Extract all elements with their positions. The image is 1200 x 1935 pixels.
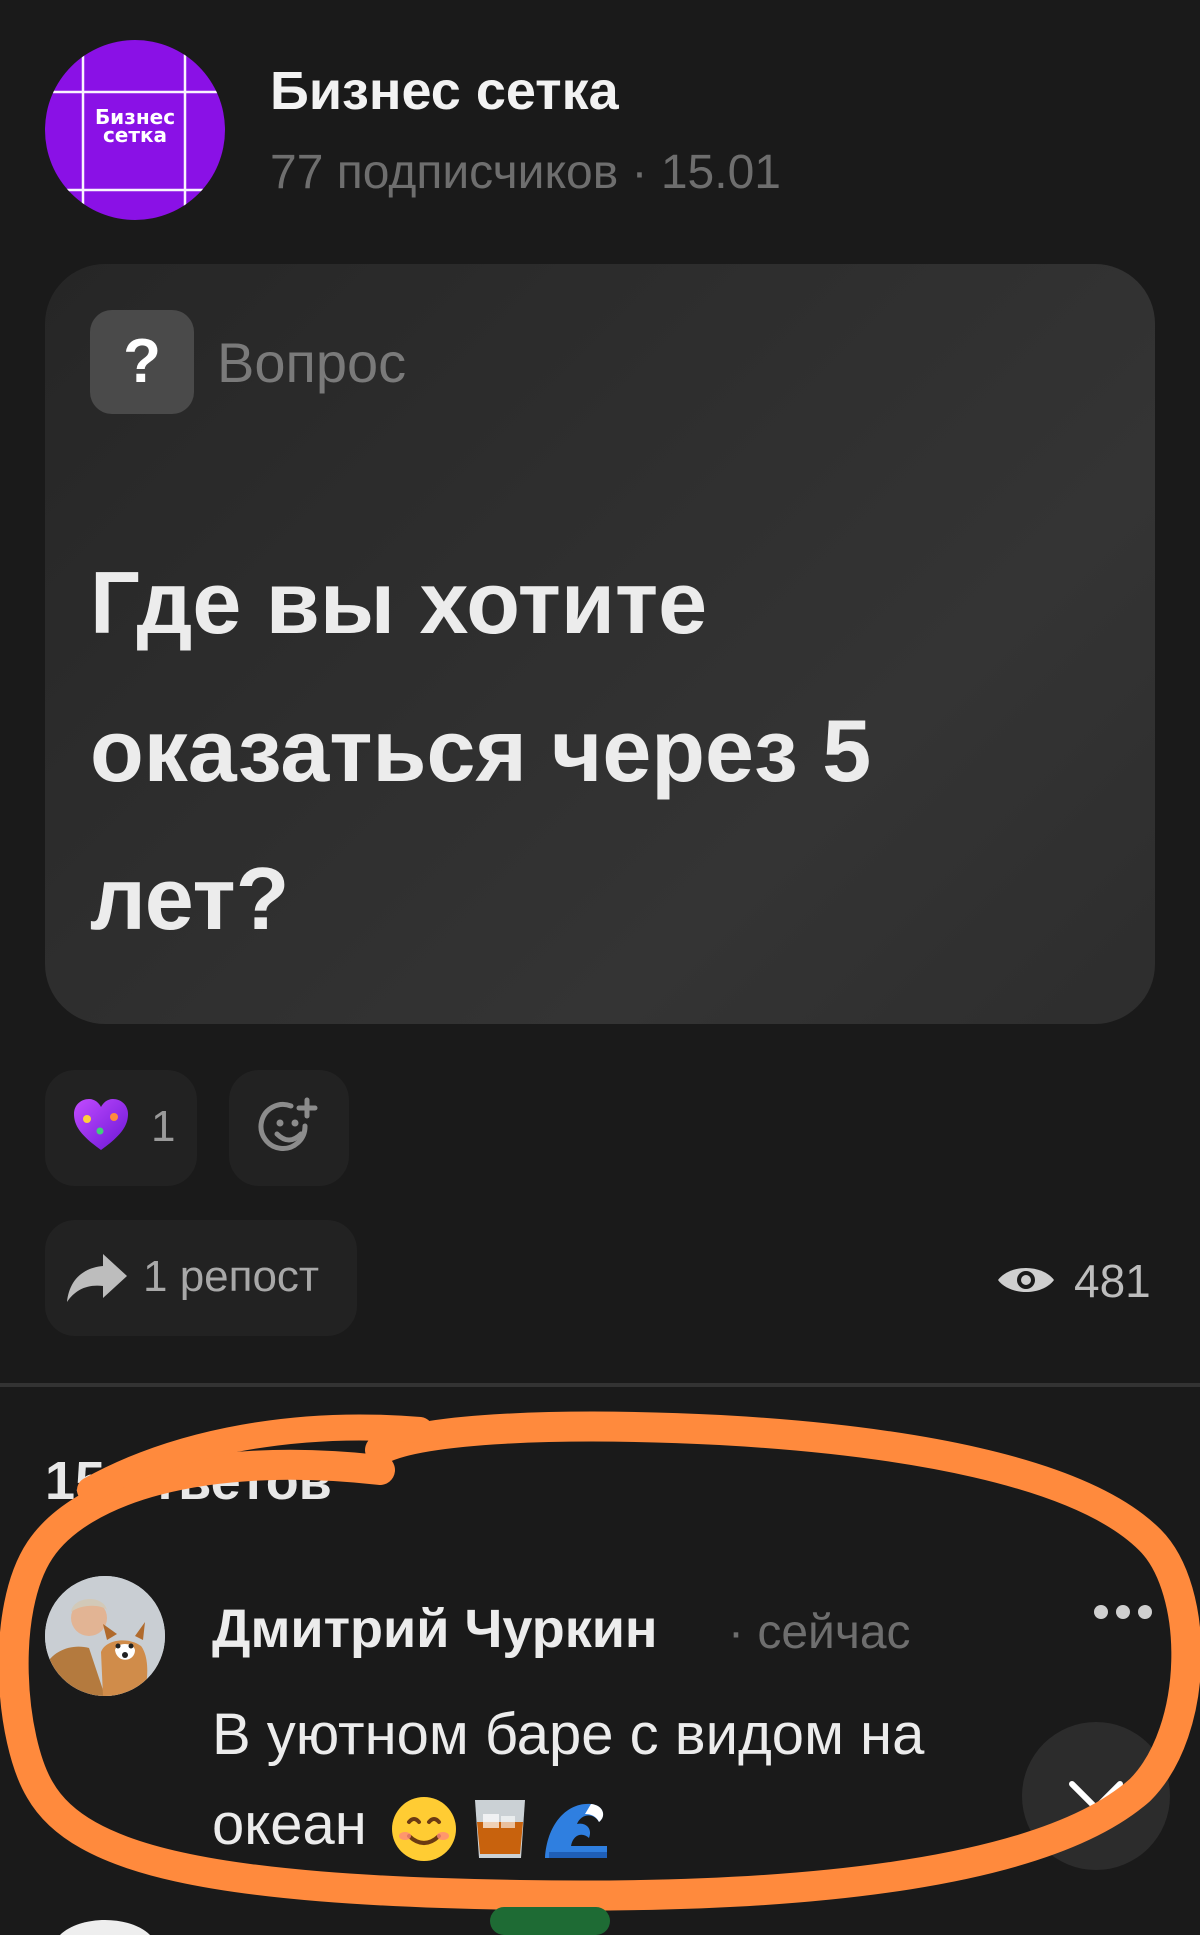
heart-icon	[74, 1099, 128, 1150]
add-emoji-icon	[258, 1097, 318, 1151]
chevron-down-icon	[1069, 1781, 1123, 1811]
channel-name[interactable]: Бизнес сетка	[270, 60, 619, 122]
replies-count[interactable]: 15 ответов	[45, 1450, 332, 1512]
reaction-count: 1	[151, 1102, 176, 1151]
repost-label: 1 репост	[143, 1252, 320, 1301]
smiling-face-icon	[389, 1794, 459, 1864]
comment-body: В уютном баре с видом на океан	[212, 1690, 1012, 1870]
channel-avatar-text: Бизнес сетка	[94, 105, 176, 147]
reaction-button[interactable]: 1	[45, 1070, 197, 1186]
user-photo	[45, 1576, 165, 1696]
question-icon: ?	[90, 310, 194, 414]
channel-meta: 77 подписчиков · 15.01	[270, 146, 781, 199]
commenter-avatar[interactable]	[45, 1576, 165, 1696]
repost-button[interactable]: 1 репост	[45, 1220, 357, 1336]
next-item-peek	[60, 1907, 610, 1935]
post-type-label: Вопрос	[217, 331, 407, 394]
section-divider	[0, 1383, 1200, 1387]
more-options-icon[interactable]	[1092, 1602, 1154, 1622]
question-card: ? Вопрос Где вы хотите оказаться через 5…	[45, 264, 1155, 1024]
comment-time: · сейчас	[728, 1606, 911, 1659]
wave-icon	[541, 1794, 611, 1864]
share-arrow-icon	[67, 1254, 127, 1302]
views-count: 481	[1074, 1255, 1151, 1307]
scroll-down-button[interactable]	[1022, 1722, 1170, 1870]
whisky-glass-icon	[465, 1794, 535, 1864]
channel-avatar[interactable]: Бизнес сетка	[45, 40, 225, 220]
add-reaction-button[interactable]	[229, 1070, 349, 1186]
question-text: Где вы хотите оказаться через 5 лет?	[90, 553, 872, 948]
eye-icon	[998, 1268, 1054, 1292]
comment-author[interactable]: Дмитрий Чуркин	[212, 1598, 658, 1660]
